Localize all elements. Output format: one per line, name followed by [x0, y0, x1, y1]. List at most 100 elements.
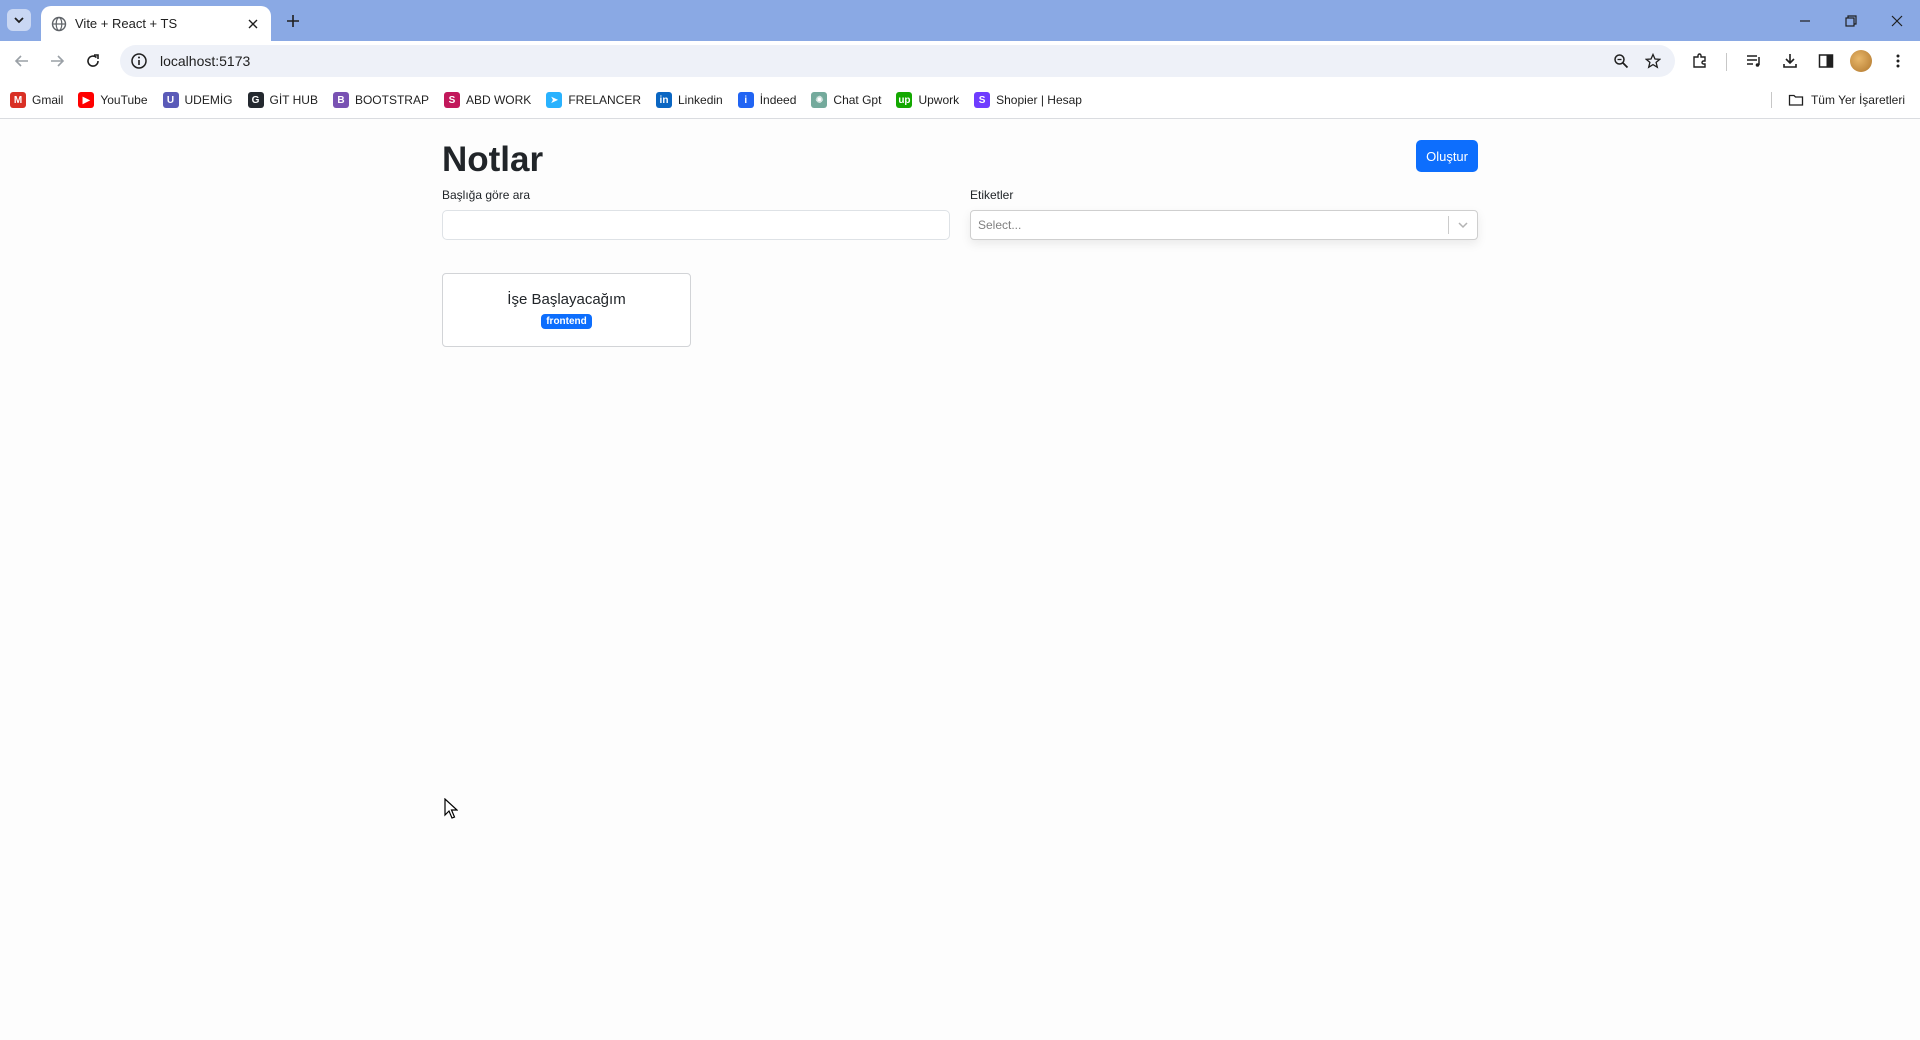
site-info-icon[interactable]: [130, 52, 148, 70]
window-controls: [1782, 0, 1920, 41]
gmail-icon: M: [10, 92, 26, 108]
bookmark-item[interactable]: ➤ FRELANCER: [546, 92, 641, 108]
extensions-button[interactable]: [1688, 49, 1712, 73]
bookmark-item[interactable]: ▶ YouTube: [78, 92, 148, 108]
address-bar[interactable]: localhost:5173: [120, 45, 1675, 77]
youtube-icon: ▶: [78, 92, 95, 108]
bookmark-item[interactable]: B BOOTSTRAP: [332, 92, 429, 108]
bookmark-label: Chat Gpt: [833, 93, 882, 107]
download-icon: [1783, 54, 1797, 68]
bookmark-item[interactable]: U UDEMİG: [162, 92, 233, 108]
bookmark-item[interactable]: S ABD WORK: [443, 92, 532, 108]
bookmarks-bar: M Gmail ▶ YouTube U UDEMİG G GİT HUB B BOOTSTRAP S…: [0, 81, 1920, 119]
bookmark-label: Linkedin: [678, 93, 723, 107]
tags-select[interactable]: Select...: [970, 210, 1478, 240]
globe-icon: [51, 16, 67, 31]
arrow-right-icon: [51, 55, 65, 67]
downloads-button[interactable]: [1778, 49, 1802, 73]
media-controls-button[interactable]: [1742, 49, 1766, 73]
side-panel-icon: [1818, 54, 1834, 68]
bootstrap-icon: B: [332, 92, 349, 108]
bookmark-item[interactable]: in Linkedin: [656, 92, 723, 108]
minimize-icon: [1800, 19, 1810, 22]
forward-button[interactable]: [45, 49, 69, 73]
bookmark-item[interactable]: M Gmail: [10, 92, 63, 108]
bookmark-item[interactable]: S Shopier | Hesap: [974, 92, 1082, 108]
bookmark-label: Gmail: [32, 93, 64, 107]
page-viewport: Notlar Oluştur Başlığa göre ara Etiketle…: [0, 120, 1920, 1040]
create-note-button[interactable]: Oluştur: [1416, 140, 1478, 172]
bookmark-label: GİT HUB: [269, 93, 318, 107]
search-label: Başlığa göre ara: [442, 188, 531, 202]
reload-button[interactable]: [81, 49, 105, 73]
zoom-icon: [1614, 54, 1629, 69]
close-icon: [248, 19, 258, 28]
bookmark-label: İndeed: [759, 93, 797, 107]
bookmark-star-button[interactable]: [1643, 51, 1663, 71]
star-icon: [1645, 53, 1661, 69]
select-dropdown-indicator[interactable]: [1449, 211, 1477, 239]
mouse-cursor-icon: [444, 798, 458, 819]
reload-icon: [87, 54, 99, 67]
bookmark-label: ABD WORK: [465, 93, 532, 107]
toolbar-divider: [1726, 53, 1727, 71]
bookmark-item[interactable]: i İndeed: [737, 92, 797, 108]
tab-title: Vite + React + TS: [75, 16, 178, 31]
bookmark-label: UDEMİG: [184, 93, 233, 107]
restore-button[interactable]: [1828, 0, 1874, 41]
bookmark-item[interactable]: up Upwork: [896, 92, 959, 108]
chevron-down-icon: [1458, 222, 1468, 229]
bookmark-item[interactable]: ✺ Chat Gpt: [811, 92, 881, 108]
browser-tab-active[interactable]: Vite + React + TS: [41, 6, 271, 41]
chatgpt-icon: ✺: [811, 92, 828, 108]
abd-work-icon: S: [443, 92, 460, 108]
title-search-input[interactable]: [442, 210, 950, 240]
close-icon: [1891, 15, 1903, 26]
folder-icon: [1788, 94, 1804, 106]
close-window-button[interactable]: [1874, 0, 1920, 41]
browser-toolbar: localhost:5173: [0, 41, 1920, 81]
side-panel-button[interactable]: [1814, 49, 1838, 73]
plus-icon: [287, 15, 299, 27]
all-bookmarks[interactable]: Tüm Yer İşaretleri: [1770, 81, 1905, 119]
github-icon: G: [247, 92, 264, 108]
new-tab-button[interactable]: [282, 10, 304, 32]
tags-label: Etiketler: [970, 188, 1014, 202]
note-card[interactable]: İşe Başlayacağım frontend: [442, 273, 691, 347]
browser-menu-button[interactable]: [1886, 49, 1910, 73]
zoom-button[interactable]: [1611, 51, 1631, 71]
bookmark-label: Shopier | Hesap: [996, 93, 1082, 107]
puzzle-icon: [1693, 53, 1706, 68]
restore-icon: [1845, 14, 1857, 27]
url-text[interactable]: localhost:5173: [160, 53, 1599, 69]
profile-avatar[interactable]: [1850, 50, 1872, 72]
shopier-icon: S: [974, 92, 991, 108]
arrow-left-icon: [14, 55, 28, 67]
bookmarks-list: M Gmail ▶ YouTube U UDEMİG G GİT HUB B BOOTSTRAP S…: [10, 81, 1097, 119]
note-title: İşe Başlayacağım: [507, 291, 626, 308]
browser-titlebar: Vite + React + TS: [0, 0, 1920, 41]
minimize-button[interactable]: [1782, 0, 1828, 41]
bookmark-label: BOOTSTRAP: [354, 93, 429, 107]
tab-close-button[interactable]: [245, 16, 261, 32]
upwork-icon: up: [896, 92, 913, 108]
tab-search-button[interactable]: [7, 9, 31, 31]
linkedin-icon: in: [656, 92, 672, 108]
notes-container: Notlar Oluştur Başlığa göre ara Etiketle…: [442, 120, 1478, 520]
udemig-icon: U: [162, 92, 179, 108]
indeed-icon: i: [737, 92, 754, 108]
note-tag-badge: frontend: [541, 314, 592, 329]
bookmark-item[interactable]: G GİT HUB: [247, 92, 318, 108]
playlist-icon: [1747, 55, 1760, 67]
freelancer-icon: ➤: [546, 92, 563, 108]
back-button[interactable]: [10, 49, 34, 73]
bookmark-label: Upwork: [918, 93, 960, 107]
all-bookmarks-label: Tüm Yer İşaretleri: [1810, 93, 1905, 107]
page-title: Notlar: [442, 140, 544, 179]
bookmark-label: FRELANCER: [568, 93, 641, 107]
more-vertical-icon: [1896, 54, 1900, 68]
chevron-down-icon: [14, 17, 24, 24]
bookmark-label: YouTube: [100, 93, 148, 107]
tags-select-placeholder: Select...: [978, 218, 1022, 232]
bookmarks-divider: [1770, 92, 1772, 108]
